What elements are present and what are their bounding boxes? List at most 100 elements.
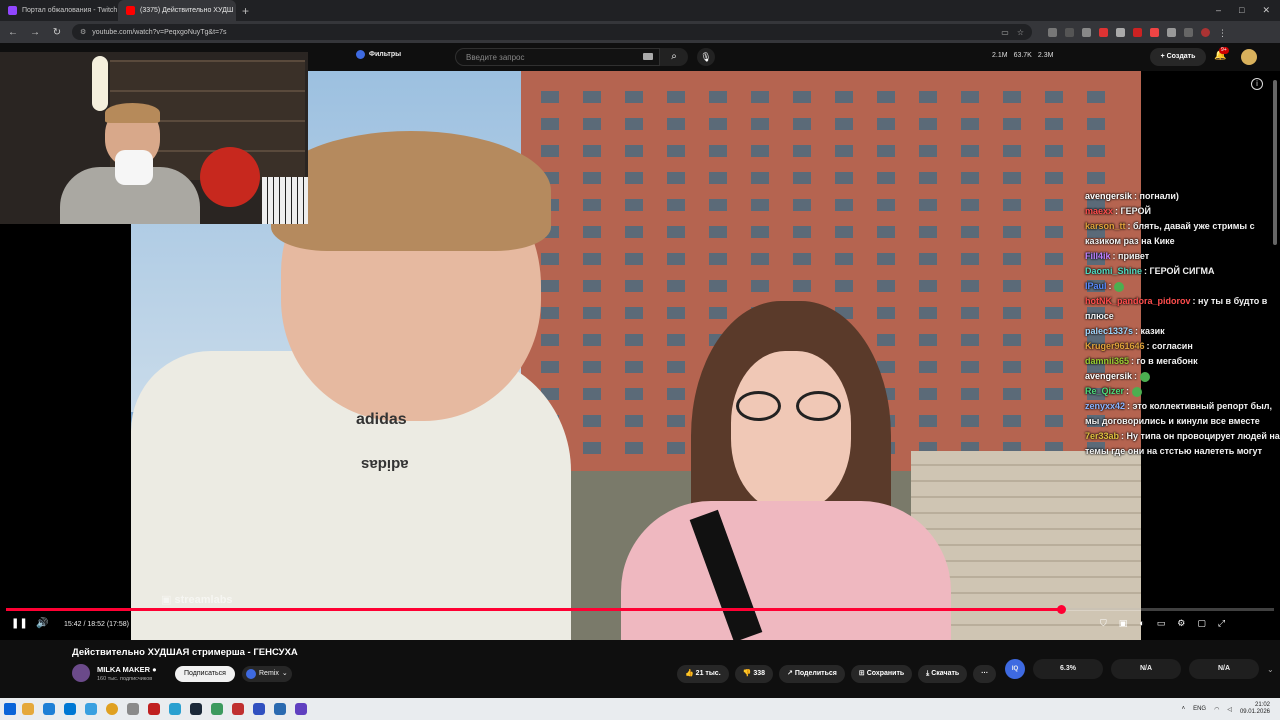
channel-name[interactable]: MILKA MAKER ● xyxy=(97,665,157,674)
bookmark-star-icon[interactable]: ☆ xyxy=(1017,28,1024,37)
building-window xyxy=(1045,199,1063,211)
extension-icon[interactable] xyxy=(1150,27,1159,37)
account-avatar[interactable] xyxy=(1241,49,1257,65)
chat-username[interactable]: damnii365 xyxy=(1085,356,1129,366)
create-button[interactable]: + Создать xyxy=(1150,48,1206,66)
progress-bar[interactable] xyxy=(6,605,1274,614)
building-window xyxy=(835,145,853,157)
chat-username[interactable]: hotNK_pandora_pidorov xyxy=(1085,296,1191,306)
chat-username[interactable]: zenyxx42 xyxy=(1085,401,1125,411)
chevron-down-icon[interactable]: ⌄ xyxy=(1267,665,1274,674)
download-button[interactable]: ⤓ Скачать xyxy=(918,665,968,683)
volume-tray-icon[interactable]: ◁ xyxy=(1227,706,1232,713)
app-icon[interactable] xyxy=(253,703,265,715)
keyboard-icon[interactable] xyxy=(643,53,653,60)
app-icon[interactable] xyxy=(274,703,286,715)
building-window xyxy=(625,118,643,130)
app-icon[interactable] xyxy=(85,703,97,715)
subtitles-icon[interactable]: ▭ xyxy=(1157,618,1166,629)
save-button[interactable]: ⊞ Сохранить xyxy=(850,665,913,683)
dislike-button[interactable]: 👎 338 xyxy=(734,665,774,683)
folder-icon[interactable] xyxy=(22,703,34,715)
chat-username[interactable]: 7er33ab xyxy=(1085,431,1119,441)
subscribe-button[interactable]: Подписаться xyxy=(175,666,235,682)
autoplay-toggle[interactable]: ◐ xyxy=(1139,618,1144,629)
steam-icon[interactable] xyxy=(190,703,202,715)
pause-button[interactable]: ❚❚ xyxy=(11,618,28,629)
share-button[interactable]: ↗ Поделиться xyxy=(779,665,845,683)
shield-icon[interactable]: ⛉ xyxy=(1100,618,1107,629)
like-button[interactable]: 👍 21 тыс. xyxy=(677,665,729,683)
extension-icon[interactable] xyxy=(1082,27,1091,37)
chat-username[interactable]: IPaul xyxy=(1085,281,1107,291)
filters-button[interactable]: Фильтры xyxy=(356,50,401,59)
app-icon[interactable] xyxy=(211,703,223,715)
app-icon[interactable] xyxy=(169,703,181,715)
puzzle-icon[interactable] xyxy=(1167,27,1176,37)
wifi-icon[interactable]: ◠ xyxy=(1214,706,1219,713)
extension-icon[interactable] xyxy=(1133,27,1142,37)
extension-icon[interactable] xyxy=(1116,27,1125,37)
scrollbar[interactable] xyxy=(1273,80,1277,245)
browser-tab-youtube[interactable]: (3375) Действительно ХУДШ ✕ xyxy=(118,0,236,21)
building-window xyxy=(751,145,769,157)
back-icon[interactable]: ← xyxy=(6,27,20,38)
url-field[interactable]: ⚙ youtube.com/watch?v=PeqxgoNuyTg&t=7s ▭… xyxy=(72,24,1032,40)
miniplayer-icon[interactable]: ▢ xyxy=(1197,618,1206,629)
menu-icon[interactable]: ⋮ xyxy=(1218,28,1227,38)
chat-username[interactable]: maexx xyxy=(1085,206,1113,216)
avatar-icon[interactable] xyxy=(1201,27,1210,37)
start-icon[interactable] xyxy=(4,703,16,715)
chat-username[interactable]: Re_Qizer xyxy=(1085,386,1124,396)
reload-icon[interactable]: ↻ xyxy=(50,27,64,38)
tab-title: (3375) Действительно ХУДШ xyxy=(140,7,234,14)
app-icon[interactable] xyxy=(127,703,139,715)
building-window xyxy=(961,145,979,157)
forward-icon[interactable]: → xyxy=(28,27,42,38)
more-actions-button[interactable]: ··· xyxy=(973,665,997,683)
new-tab-button[interactable]: + xyxy=(236,4,255,18)
chat-username[interactable]: Kruger961646 xyxy=(1085,341,1145,351)
tray-arrow-icon[interactable]: ˄ xyxy=(1182,706,1186,712)
edge-icon[interactable] xyxy=(43,703,55,715)
cast-icon[interactable]: ▭ xyxy=(1001,28,1009,37)
chat-username[interactable]: karson_tt xyxy=(1085,221,1126,231)
chat-username[interactable]: avengersik xyxy=(1085,191,1132,201)
settings-gear-icon[interactable]: ⚙ xyxy=(1177,618,1185,629)
volume-button[interactable]: 🔊 xyxy=(36,618,48,629)
close-window-button[interactable]: ✕ xyxy=(1262,5,1270,16)
app-icon[interactable] xyxy=(232,703,244,715)
store-icon[interactable] xyxy=(64,703,76,715)
extension-icon[interactable] xyxy=(1048,27,1057,37)
extension-icon[interactable] xyxy=(1065,27,1074,37)
profile-icon[interactable] xyxy=(1184,27,1193,37)
browser-tab-twitch[interactable]: Портал обжалования - Twitch ✕ xyxy=(0,0,118,21)
iq-icon[interactable]: ▣ xyxy=(1119,618,1128,629)
language-indicator[interactable]: ENG xyxy=(1193,706,1206,712)
minimize-button[interactable]: – xyxy=(1216,5,1221,16)
chat-username[interactable]: Daomi_Shine xyxy=(1085,266,1142,276)
search-input[interactable]: Введите запрос xyxy=(455,48,660,66)
app-icon[interactable] xyxy=(148,703,160,715)
voice-search-button[interactable]: 🎙 xyxy=(697,48,715,66)
channel-avatar[interactable] xyxy=(72,664,90,682)
notifications-button[interactable]: 🔔 9+ xyxy=(1214,47,1229,61)
site-info-icon[interactable]: ⚙ xyxy=(80,28,86,36)
chrome-icon[interactable] xyxy=(106,703,118,715)
info-icon[interactable]: i xyxy=(1251,78,1263,90)
chat-username[interactable]: avengersik xyxy=(1085,371,1132,381)
maximize-button[interactable]: □ xyxy=(1239,5,1244,16)
extension-icon[interactable] xyxy=(1099,27,1108,37)
chat-username[interactable]: palec1337s xyxy=(1085,326,1133,336)
search-button[interactable]: ⌕ xyxy=(660,48,688,66)
progress-knob[interactable] xyxy=(1056,605,1066,614)
chat-username[interactable]: Fill4ik xyxy=(1085,251,1111,261)
remix-button[interactable]: Remix ⌄ xyxy=(242,666,292,682)
building-window xyxy=(667,145,685,157)
building-window xyxy=(961,172,979,184)
clock[interactable]: 21:02 09.01.2026 xyxy=(1240,702,1270,716)
fullscreen-icon[interactable]: ⤢ xyxy=(1218,618,1225,629)
app-icon[interactable] xyxy=(295,703,307,715)
extension-logo[interactable]: IQ xyxy=(1005,659,1025,679)
extension-panel: IQ 6.3% N/A N/A ⌄ xyxy=(1005,659,1274,679)
